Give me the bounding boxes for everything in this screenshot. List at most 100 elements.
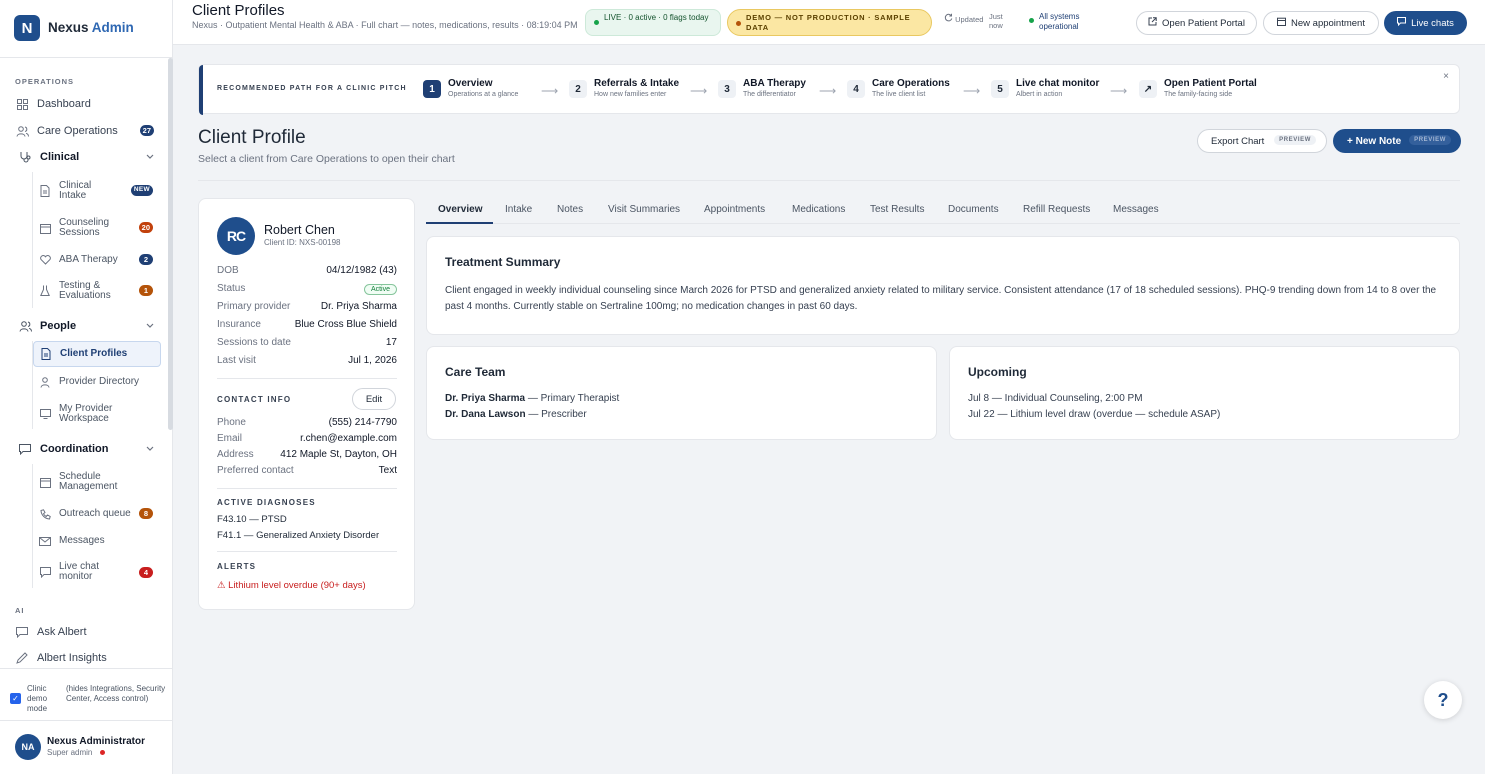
sidebar-item-schedule-management[interactable]: Schedule Management bbox=[33, 469, 161, 495]
nexus-logo: N bbox=[14, 15, 40, 41]
upcoming-item: Jul 8 — Individual Counseling, 2:00 PM bbox=[968, 393, 1143, 404]
grid-icon bbox=[15, 97, 29, 111]
sidebar-item-provider-directory[interactable]: Provider Directory bbox=[33, 371, 161, 393]
sidebar-item-outreach-queue[interactable]: Outreach queue 8 bbox=[33, 502, 161, 526]
sidebar-item-testing-evaluations[interactable]: Testing & Evaluations 1 bbox=[33, 278, 161, 304]
tab-documents[interactable]: Documents bbox=[948, 204, 999, 215]
sidebar: N Nexus Admin OPERATIONS Dashboard Care … bbox=[0, 0, 173, 774]
live-chats-button[interactable]: Live chats bbox=[1384, 11, 1467, 35]
chevron-down-icon bbox=[146, 151, 154, 163]
external-link-icon bbox=[1148, 17, 1157, 29]
count-badge: 1 bbox=[139, 285, 153, 296]
warning-dot bbox=[736, 21, 741, 26]
field-sessions: Sessions to date 17 bbox=[217, 337, 397, 348]
users-icon bbox=[15, 124, 29, 138]
field-status: Status Active bbox=[217, 283, 397, 297]
client-name: Robert Chen bbox=[264, 223, 335, 237]
sidebar-scrollbar[interactable] bbox=[168, 58, 173, 430]
brand-name: Nexus Admin bbox=[48, 20, 134, 35]
sidebar-item-albert-insights[interactable]: Albert Insights bbox=[12, 646, 162, 670]
tab-visit-summaries[interactable]: Visit Summaries bbox=[608, 204, 680, 215]
tab-refill-requests[interactable]: Refill Requests bbox=[1023, 204, 1090, 215]
flask-icon bbox=[39, 285, 51, 297]
step-live-chat-monitor[interactable]: 5 Live chat monitor Albert in action bbox=[991, 78, 1101, 103]
sidebar-item-label: Albert Insights bbox=[37, 652, 107, 664]
sidebar-item-my-provider-workspace[interactable]: My Provider Workspace bbox=[33, 401, 161, 427]
heart-icon bbox=[39, 254, 51, 266]
step-care-operations[interactable]: 4 Care Operations The live client list bbox=[847, 78, 957, 103]
refresh-icon[interactable] bbox=[944, 13, 953, 24]
recommended-path-banner: RECOMMENDED PATH FOR A CLINIC PITCH 1 Ov… bbox=[198, 64, 1460, 115]
care-team-card: Care Team Dr. Priya Sharma — Primary The… bbox=[426, 346, 937, 440]
new-note-button[interactable]: + New Note PREVIEW bbox=[1333, 129, 1461, 153]
page-title: Client Profiles bbox=[192, 2, 285, 19]
preview-badge: PREVIEW bbox=[1274, 135, 1316, 145]
step-open-patient-portal[interactable]: ↗ Open Patient Portal The family-facing … bbox=[1139, 78, 1259, 103]
client-card: RC Robert Chen Client ID: NXS-00198 DOB 0… bbox=[198, 198, 415, 610]
sidebar-item-ask-albert[interactable]: Ask Albert bbox=[12, 620, 162, 644]
alert-item: ⚠ Lithium level overdue (90+ days) bbox=[217, 580, 366, 591]
stethoscope-icon bbox=[18, 150, 32, 164]
close-icon[interactable]: × bbox=[1443, 71, 1449, 82]
checkbox[interactable]: ✓ bbox=[10, 693, 21, 704]
arrow-right-icon: ⟶ bbox=[1110, 84, 1128, 98]
live-status-badge: LIVE · 0 active · 0 flags today bbox=[585, 9, 721, 36]
treatment-summary-card: Treatment Summary Client engaged in week… bbox=[426, 236, 1460, 335]
tab-intake[interactable]: Intake bbox=[505, 204, 532, 215]
sidebar-item-messages[interactable]: Messages bbox=[33, 529, 161, 553]
monitor-icon bbox=[39, 408, 51, 420]
user-icon bbox=[39, 376, 51, 388]
step-referrals-intake[interactable]: 2 Referrals & Intake How new families en… bbox=[569, 78, 684, 103]
sidebar-item-counseling-sessions[interactable]: Counseling Sessions 20 bbox=[33, 215, 161, 241]
field-preferred-contact: Preferred contact Text bbox=[217, 465, 397, 476]
open-patient-portal-button[interactable]: Open Patient Portal bbox=[1136, 11, 1257, 35]
document-icon bbox=[39, 185, 51, 197]
avatar[interactable]: NA bbox=[15, 734, 41, 760]
export-chart-button[interactable]: Export Chart PREVIEW bbox=[1197, 129, 1327, 153]
edit-contact-button[interactable]: Edit bbox=[352, 388, 396, 410]
clinic-demo-mode[interactable]: ✓ Clinic demo mode (hides Integrations, … bbox=[10, 683, 170, 717]
field-insurance: Insurance Blue Cross Blue Shield bbox=[217, 319, 397, 330]
tab-test-results[interactable]: Test Results bbox=[870, 204, 924, 215]
chart-tabs: Overview Intake Notes Visit Summaries Ap… bbox=[426, 198, 1460, 224]
user-role: Super admin bbox=[47, 748, 93, 757]
diagnosis-item: F41.1 — Generalized Anxiety Disorder bbox=[217, 530, 380, 541]
tab-notes[interactable]: Notes bbox=[557, 204, 583, 215]
arrow-right-icon: ⟶ bbox=[963, 84, 981, 98]
sidebar-item-client-profiles[interactable]: Client Profiles bbox=[33, 341, 161, 367]
tab-appointments[interactable]: Appointments bbox=[704, 204, 765, 215]
sidebar-group-coordination[interactable]: Coordination bbox=[12, 437, 162, 461]
field-email: Email r.chen@example.com bbox=[217, 433, 397, 444]
live-dot bbox=[594, 20, 599, 25]
help-button[interactable]: ? bbox=[1424, 681, 1462, 719]
operations-section-label: OPERATIONS bbox=[15, 77, 75, 86]
ok-dot bbox=[1029, 18, 1034, 23]
sidebar-item-clinical-intake[interactable]: Clinical Intake NEW bbox=[33, 178, 161, 204]
tab-overview[interactable]: Overview bbox=[438, 204, 482, 215]
sidebar-group-clinical[interactable]: Clinical bbox=[12, 145, 162, 169]
sidebar-item-care-operations[interactable]: Care Operations 27 bbox=[12, 119, 162, 143]
sidebar-nav: OPERATIONS Dashboard Care Operations 27 … bbox=[0, 58, 173, 668]
sidebar-item-aba-therapy[interactable]: ABA Therapy 2 bbox=[33, 248, 161, 272]
sidebar-group-people[interactable]: People bbox=[12, 314, 162, 338]
system-status: All systems operational bbox=[1029, 12, 1109, 32]
count-badge: 27 bbox=[139, 125, 154, 136]
chat-icon bbox=[15, 625, 29, 639]
active-tab-indicator bbox=[426, 222, 493, 224]
sidebar-item-dashboard[interactable]: Dashboard bbox=[12, 92, 162, 116]
step-aba-therapy[interactable]: 3 ABA Therapy The differentiator bbox=[718, 78, 818, 103]
field-phone: Phone (555) 214-7790 bbox=[217, 417, 397, 428]
phone-icon bbox=[39, 508, 51, 520]
group-label: Coordination bbox=[40, 443, 109, 455]
calendar-icon bbox=[39, 476, 51, 488]
section-subtitle: Select a client from Care Operations to … bbox=[198, 153, 455, 165]
sidebar-item-live-chat-monitor[interactable]: Live chat monitor 4 bbox=[33, 559, 161, 585]
field-address: Address 412 Maple St, Dayton, OH bbox=[217, 449, 397, 460]
new-appointment-button[interactable]: New appointment bbox=[1263, 11, 1379, 35]
tab-messages[interactable]: Messages bbox=[1113, 204, 1159, 215]
client-avatar: RC bbox=[217, 217, 255, 255]
step-overview[interactable]: 1 Overview Operations at a glance bbox=[423, 78, 533, 103]
card-title: Upcoming bbox=[968, 365, 1027, 379]
tab-medications[interactable]: Medications bbox=[792, 204, 845, 215]
group-label: Clinical bbox=[40, 151, 80, 163]
